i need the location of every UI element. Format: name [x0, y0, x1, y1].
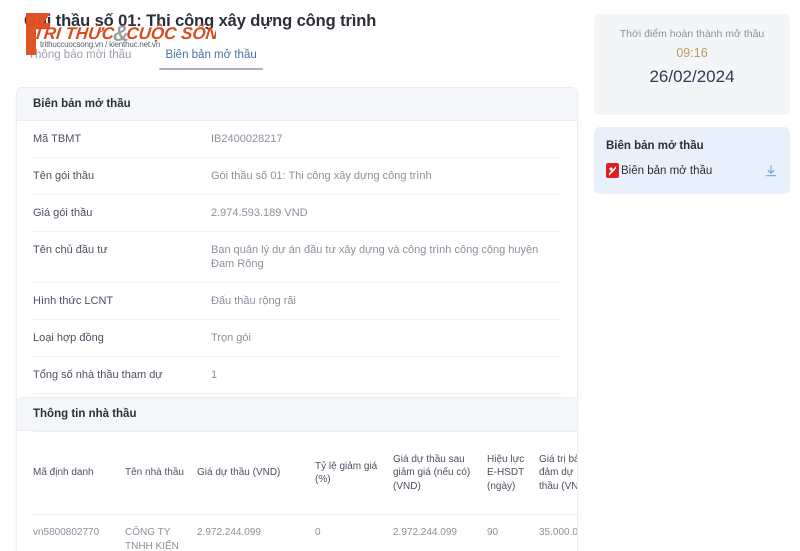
- column-header-ty-le-giam-gia: Tỷ lệ giảm giá (%): [315, 431, 393, 515]
- bidder-table-body: vn5800802770 CÔNG TY TNHH KIẾN GIANG 2.9…: [33, 515, 578, 551]
- detail-value: 1: [211, 368, 218, 381]
- detail-card-header: Biên bản mở thầu: [17, 88, 577, 121]
- document-download-card: Biên bản mở thầu Biên bản mở thầu: [594, 127, 790, 194]
- detail-value: Đấu thầu rộng rãi: [211, 295, 296, 308]
- bidder-info-card: Thông tin nhà thầu Mã định danh Tên nhà …: [16, 397, 578, 551]
- detail-value: Ban quản lý dự án đầu tư xây dựng và côn…: [211, 243, 539, 271]
- document-row: Biên bản mở thầu: [606, 163, 778, 178]
- detail-label: Mã TBMT: [33, 133, 82, 145]
- detail-value: Gói thầu số 01: Thi công xây dựng công t…: [211, 169, 432, 182]
- tab-bar: Thông báo mời thầu Biên bản mở thầu: [22, 47, 264, 70]
- cell-ma-dinh-danh: vn5800802770: [33, 527, 100, 538]
- cell-gia-tri-bao-dam: 35.000.000: [539, 527, 578, 538]
- detail-value: IB2400028217: [211, 133, 283, 145]
- detail-label: Tên chủ đầu tư: [33, 243, 108, 256]
- pdf-icon: [606, 163, 619, 178]
- main-content-column: Gói thầu số 01: Thi công xây dựng công t…: [0, 0, 586, 551]
- bid-opening-detail-card: Biên bản mở thầu Mã TBMT IB2400028217 Tê…: [16, 87, 578, 431]
- document-card-title: Biên bản mở thầu: [606, 140, 704, 152]
- detail-label: Giá gói thầu: [33, 206, 93, 219]
- detail-label: Tên gói thầu: [33, 169, 95, 182]
- column-header-ten-nha-thau: Tên nhà thầu: [125, 431, 197, 515]
- table-header-row: Mã định danh Tên nhà thầu Giá dự thầu (V…: [33, 431, 577, 515]
- opening-date-value: 26/02/2024: [649, 67, 735, 86]
- download-icon[interactable]: [764, 164, 778, 178]
- opening-time-value: 09:16: [676, 46, 708, 60]
- detail-row: Mã TBMT IB2400028217: [33, 121, 561, 158]
- detail-row: Hình thức LCNT Đấu thầu rộng rãi: [33, 283, 561, 321]
- document-file-label: Biên bản mở thầu: [621, 164, 713, 177]
- column-header-gia-tri-bao-dam: Giá trị bảo đảm dự thầu (VND): [539, 431, 577, 515]
- tab-thong-bao-moi-thau[interactable]: Thông báo mời thầu: [22, 47, 137, 70]
- detail-row: Loại hợp đồng Trọn gói: [33, 320, 561, 357]
- detail-label: Tổng số nhà thầu tham dự: [33, 368, 163, 381]
- watermark-url: trithuccuocsong.vn / kienthuc.net.vn: [40, 40, 160, 49]
- detail-label: Hình thức LCNT: [33, 295, 114, 308]
- column-header-gia-sau-giam: Giá dự thầu sau giảm giá (nếu có) (VND): [393, 431, 487, 515]
- detail-card-body: Mã TBMT IB2400028217 Tên gói thầu Gói th…: [17, 121, 577, 430]
- detail-row: Tên gói thầu Gói thầu số 01: Thi công xâ…: [33, 158, 561, 195]
- cell-gia-sau-giam: 2.972.244.099: [393, 527, 457, 538]
- bidder-table: Mã định danh Tên nhà thầu Giá dự thầu (V…: [33, 431, 578, 551]
- page-title: Gói thầu số 01: Thi công xây dựng công t…: [24, 12, 377, 30]
- detail-row: Tên chủ đầu tư Ban quản lý dự án đầu tư …: [33, 232, 561, 284]
- detail-value: 2.974.593.189 VND: [211, 206, 308, 219]
- cell-ten-nha-thau: CÔNG TY TNHH KIẾN GIANG: [125, 527, 179, 551]
- bid-opening-record-page: Gói thầu số 01: Thi công xây dựng công t…: [0, 0, 800, 551]
- tab-bien-ban-mo-thau[interactable]: Biên bản mở thầu: [159, 47, 264, 70]
- detail-value: Trọn gói: [211, 332, 251, 345]
- column-header-ma-dinh-danh: Mã định danh: [33, 431, 125, 515]
- cell-gia-du-thau: 2.972.244.099: [197, 527, 261, 538]
- cell-hieu-luc-ehsdt: 90: [487, 527, 499, 538]
- column-header-hieu-luc-ehsdt: Hiệu lực E-HSDT (ngày): [487, 431, 539, 515]
- bidder-card-body: Mã định danh Tên nhà thầu Giá dự thầu (V…: [17, 431, 577, 551]
- bidder-table-head: Mã định danh Tên nhà thầu Giá dự thầu (V…: [33, 431, 577, 515]
- sidebar-column: Thời điểm hoàn thành mở thầu 09:16 26/02…: [594, 0, 790, 194]
- bidder-card-header: Thông tin nhà thầu: [17, 398, 577, 431]
- detail-row: Tổng số nhà thầu tham dự 1: [33, 357, 561, 394]
- detail-row: Giá gói thầu 2.974.593.189 VND: [33, 195, 561, 232]
- cell-ty-le-giam-gia: 0: [315, 527, 321, 538]
- detail-label: Loại hợp đồng: [33, 332, 104, 345]
- column-header-gia-du-thau: Giá dự thầu (VND): [197, 431, 315, 515]
- opening-time-card: Thời điểm hoàn thành mở thầu 09:16 26/02…: [594, 14, 790, 115]
- opening-time-label: Thời điểm hoàn thành mở thầu: [619, 28, 765, 40]
- document-download-link[interactable]: Biên bản mở thầu: [606, 163, 712, 178]
- table-row: vn5800802770 CÔNG TY TNHH KIẾN GIANG 2.9…: [33, 515, 578, 551]
